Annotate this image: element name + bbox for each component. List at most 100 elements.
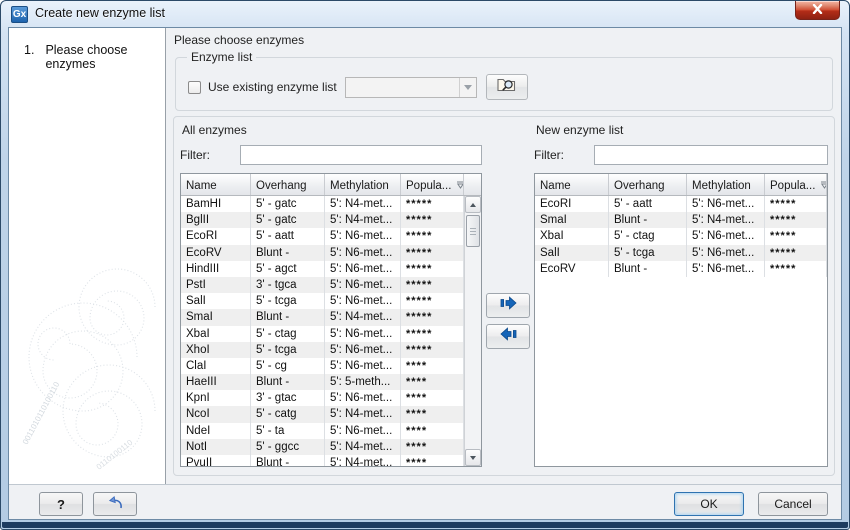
table-cell-popularity: ***** [765, 196, 827, 212]
close-button[interactable] [795, 1, 840, 20]
table-cell-overhang: 5' - tcga [251, 342, 325, 358]
table-cell-methylation: 5': N4-met... [325, 455, 401, 466]
table-cell-overhang: 5' - ta [251, 423, 325, 439]
table-cell-overhang: 5' - catg [251, 406, 325, 422]
table-row[interactable]: XbaI5' - ctag5': N6-met...***** [535, 228, 827, 244]
wizard-step: 1. Please choose enzymes [9, 28, 165, 71]
table-row[interactable]: EcoRI5' - aatt5': N6-met...***** [535, 196, 827, 212]
table-cell-methylation: 5': N4-met... [325, 406, 401, 422]
title-bar[interactable]: Gx Create new enzyme list [1, 1, 849, 27]
scroll-up-icon[interactable] [465, 196, 481, 213]
column-header-overhang[interactable]: Overhang [251, 174, 325, 195]
new-enzyme-list-section: New enzyme list Filter: Name Overhang Me… [534, 121, 828, 467]
table-row[interactable]: KpnI3' - gtac5': N6-met...**** [181, 390, 464, 406]
table-cell-popularity: ***** [401, 293, 464, 309]
table-row[interactable]: BamHI5' - gatc5': N4-met...***** [181, 196, 464, 212]
browse-enzyme-list-button[interactable] [486, 74, 528, 100]
column-header-name[interactable]: Name [181, 174, 251, 195]
svg-text:0110100110: 0110100110 [95, 437, 135, 471]
table-row[interactable]: SmaIBlunt -5': N4-met...***** [181, 309, 464, 325]
groupbox-title: Enzyme list [187, 50, 256, 64]
table-cell-popularity: **** [401, 406, 464, 422]
table-cell-popularity: ***** [401, 245, 464, 261]
enzyme-list-combobox[interactable] [345, 77, 477, 98]
table-cell-methylation: 5': N4-met... [325, 309, 401, 325]
new-enzyme-list-filter-input[interactable] [594, 145, 828, 165]
column-header-methylation[interactable]: Methylation [325, 174, 401, 195]
wizard-main-panel: Please choose enzymes Enzyme list Use ex… [167, 28, 841, 484]
table-row[interactable]: PvuIIBlunt -5': N4-met...**** [181, 455, 464, 466]
column-header-popularity[interactable]: Popula... [765, 174, 827, 195]
column-header-methylation[interactable]: Methylation [687, 174, 765, 195]
remove-enzyme-button[interactable] [486, 324, 530, 349]
new-enzyme-list-table: Name Overhang Methylation Popula... [534, 173, 828, 467]
table-row[interactable]: EcoRI5' - aatt5': N6-met...***** [181, 228, 464, 244]
table-row[interactable]: PstI3' - tgca5': N6-met...***** [181, 277, 464, 293]
table-cell-methylation: 5': N6-met... [325, 277, 401, 293]
table-cell-overhang: Blunt - [251, 374, 325, 390]
table-cell-popularity: ***** [401, 228, 464, 244]
table-cell-methylation: 5': N6-met... [325, 261, 401, 277]
table-row[interactable]: SmaIBlunt -5': N4-met...***** [535, 212, 827, 228]
table-header-row: Name Overhang Methylation Popula... [535, 174, 827, 196]
table-row[interactable]: NdeI5' - ta5': N6-met...**** [181, 423, 464, 439]
help-button[interactable]: ? [39, 492, 83, 516]
table-cell-overhang: 5' - agct [251, 261, 325, 277]
all-enzymes-table: Name Overhang Methylation Popula... [180, 173, 482, 467]
table-row[interactable]: HaeIIIBlunt -5': 5-meth...**** [181, 374, 464, 390]
dialog-content: 1. Please choose enzymes 001101011010011… [8, 27, 842, 520]
dialog-window: Gx Create new enzyme list 1. Please choo… [0, 0, 850, 530]
watermark-binary-text: 0011010110100110 [21, 380, 62, 446]
table-cell-overhang: 5' - gatc [251, 196, 325, 212]
table-row[interactable]: XhoI5' - tcga5': N6-met...***** [181, 342, 464, 358]
table-cell-popularity: ***** [401, 261, 464, 277]
all-enzymes-rows: BamHI5' - gatc5': N4-met...*****BglII5' … [181, 196, 464, 466]
table-cell-methylation: 5': N6-met... [325, 390, 401, 406]
table-cell-methylation: 5': N6-met... [687, 228, 765, 244]
table-cell-methylation: 5': N6-met... [325, 293, 401, 309]
table-cell-methylation: 5': N6-met... [325, 245, 401, 261]
table-row[interactable]: SalI5' - tcga5': N6-met...***** [535, 245, 827, 261]
table-cell-methylation: 5': 5-meth... [325, 374, 401, 390]
vertical-scrollbar[interactable] [464, 196, 481, 466]
table-row[interactable]: SalI5' - tcga5': N6-met...***** [181, 293, 464, 309]
table-cell-methylation: 5': N4-met... [325, 212, 401, 228]
column-header-name[interactable]: Name [535, 174, 609, 195]
arrow-left-icon [499, 327, 518, 346]
cancel-button[interactable]: Cancel [758, 492, 828, 516]
undo-arrow-icon [107, 495, 124, 514]
table-row[interactable]: XbaI5' - ctag5': N6-met...***** [181, 326, 464, 342]
all-enzymes-title: All enzymes [182, 123, 482, 137]
scrollbar-thumb[interactable] [466, 215, 480, 247]
ok-button[interactable]: OK [674, 492, 744, 516]
scroll-down-icon[interactable] [465, 449, 481, 466]
table-cell-popularity: **** [401, 423, 464, 439]
watermark-spiral-decoration: 0011010110100110 0110100110 [9, 265, 165, 480]
add-enzyme-button[interactable] [486, 293, 530, 318]
table-row[interactable]: NcoI5' - catg5': N4-met...**** [181, 406, 464, 422]
table-row[interactable]: NotI5' - ggcc5': N4-met...**** [181, 439, 464, 455]
table-cell-overhang: 5' - ggcc [251, 439, 325, 455]
column-header-overhang[interactable]: Overhang [609, 174, 687, 195]
reset-button[interactable] [93, 492, 137, 516]
page-title: Please choose enzymes [174, 33, 304, 47]
table-row[interactable]: EcoRVBlunt -5': N6-met...***** [535, 261, 827, 277]
table-cell-name: EcoRV [535, 261, 609, 277]
table-cell-overhang: Blunt - [609, 261, 687, 277]
use-existing-enzyme-list-checkbox[interactable] [188, 81, 201, 94]
table-cell-popularity: ***** [401, 326, 464, 342]
table-cell-methylation: 5': N6-met... [325, 342, 401, 358]
table-cell-name: KpnI [181, 390, 251, 406]
table-cell-overhang: Blunt - [251, 245, 325, 261]
table-header-row: Name Overhang Methylation Popula... [181, 174, 481, 196]
table-row[interactable]: EcoRVBlunt -5': N6-met...***** [181, 245, 464, 261]
table-row[interactable]: ClaI5' - cg5': N6-met...**** [181, 358, 464, 374]
filter-label: Filter: [534, 148, 594, 162]
table-cell-popularity: ***** [765, 212, 827, 228]
table-row[interactable]: BglII5' - gatc5': N4-met...***** [181, 212, 464, 228]
column-header-popularity[interactable]: Popula... [401, 174, 464, 195]
table-row[interactable]: HindIII5' - agct5': N6-met...***** [181, 261, 464, 277]
table-cell-overhang: 5' - aatt [609, 196, 687, 212]
all-enzymes-filter-input[interactable] [240, 145, 482, 165]
use-existing-enzyme-list-label: Use existing enzyme list [208, 80, 337, 94]
